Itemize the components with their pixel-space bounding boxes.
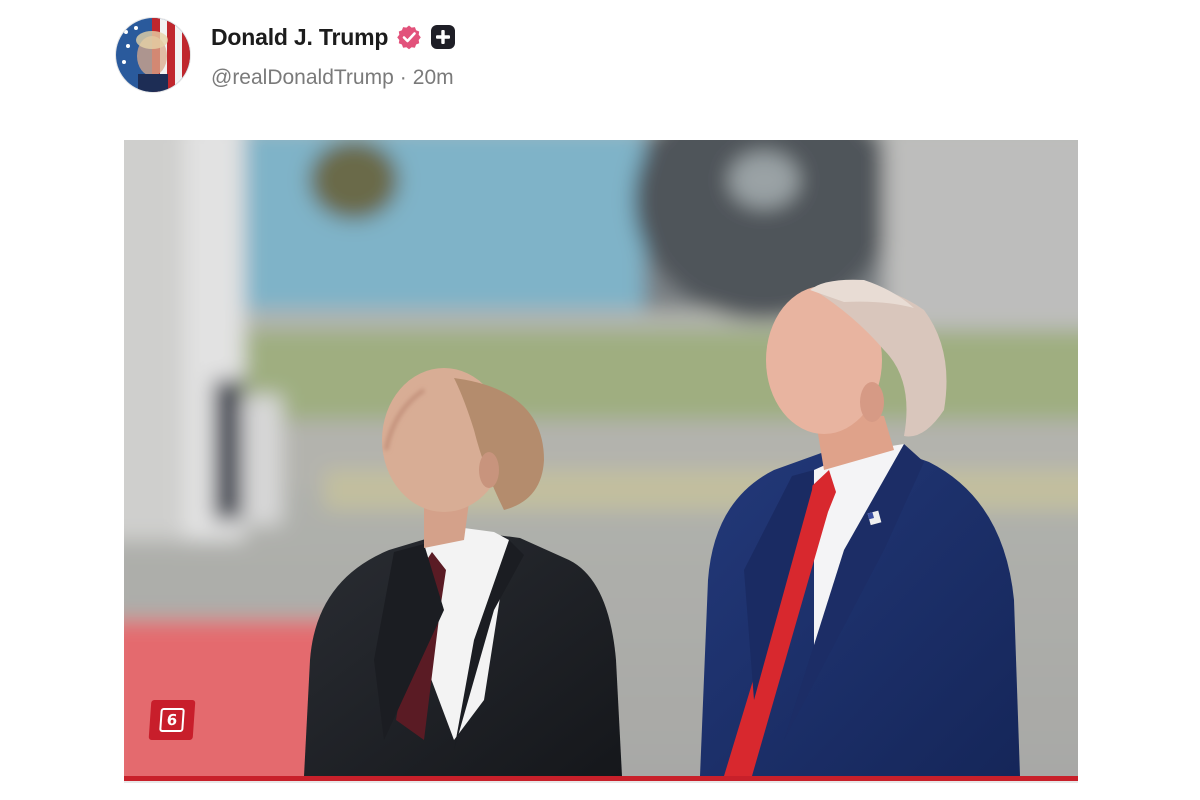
author-avatar[interactable] — [116, 18, 190, 92]
truth-post: Donald J. Trump @realDonaldTrump · 20m 6 — [0, 0, 1200, 800]
meta-separator: · — [399, 66, 407, 89]
photo-icon — [124, 140, 1078, 776]
author-name-row: Donald J. Trump — [211, 22, 456, 52]
verified-icon — [397, 25, 421, 50]
post-meta-row: @realDonaldTrump · 20m — [211, 66, 454, 90]
flag-portrait-avatar-icon — [116, 18, 190, 92]
media-bottom-shadow — [124, 781, 1078, 783]
author-display-name[interactable]: Donald J. Trump — [211, 24, 388, 51]
plus-icon[interactable] — [430, 24, 456, 50]
post-timestamp[interactable]: 20m — [413, 66, 454, 90]
post-media-image[interactable] — [124, 140, 1078, 776]
author-handle[interactable]: @realDonaldTrump — [211, 66, 394, 90]
watermark-label: 6 — [159, 708, 185, 732]
media-watermark-badge: 6 — [148, 700, 196, 740]
